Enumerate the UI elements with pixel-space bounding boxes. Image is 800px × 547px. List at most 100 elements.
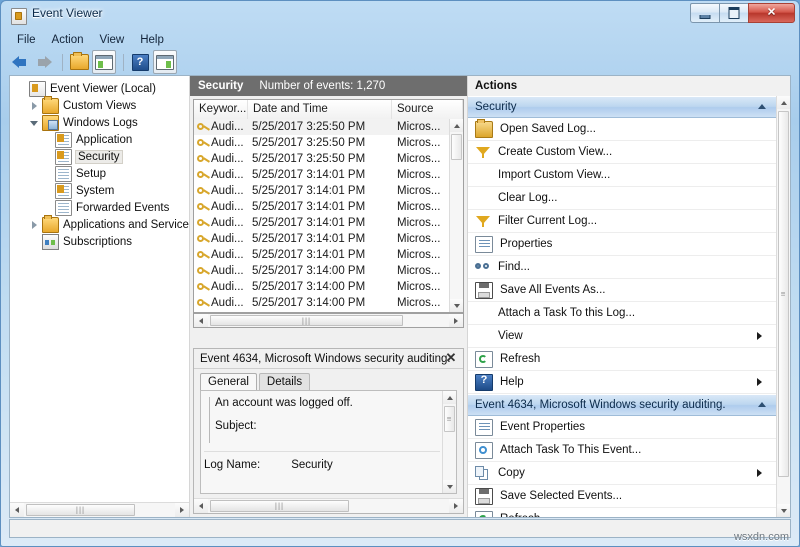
tree-item-forwarded-events[interactable]: Forwarded Events xyxy=(10,199,189,216)
detail-vertical-scrollbar[interactable]: ≡ xyxy=(442,391,456,493)
chevron-right-icon[interactable] xyxy=(29,100,40,111)
action-refresh[interactable]: Refresh xyxy=(468,348,776,371)
back-button[interactable] xyxy=(9,51,31,73)
tree-item-windows-logs[interactable]: Windows Logs xyxy=(10,114,189,131)
cell-datetime: 5/25/2017 3:14:01 PM xyxy=(252,169,366,181)
submenu-arrow-icon xyxy=(757,469,762,477)
action-open-saved-log[interactable]: Open Saved Log... xyxy=(468,118,776,141)
scroll-down-arrow[interactable] xyxy=(450,299,463,312)
table-row[interactable]: Audi... 5/25/2017 3:14:01 PM Micros... xyxy=(194,199,449,215)
chevron-up-icon[interactable] xyxy=(758,104,766,109)
tree-item-event-viewer-local[interactable]: Event Viewer (Local) xyxy=(10,80,189,97)
action-find[interactable]: Find... xyxy=(468,256,776,279)
event-list-vertical-scrollbar[interactable] xyxy=(449,119,463,312)
menu-file[interactable]: File xyxy=(9,32,44,48)
table-row[interactable]: Audi... 5/25/2017 3:25:50 PM Micros... xyxy=(194,135,449,151)
close-icon[interactable]: ✕ xyxy=(444,351,458,365)
event-list-horizontal-scrollbar[interactable]: ||| xyxy=(193,313,464,328)
tab-general[interactable]: General xyxy=(200,373,257,391)
action-event-properties[interactable]: Event Properties xyxy=(468,416,776,439)
scroll-thumb[interactable]: ||| xyxy=(26,504,135,516)
chevron-down-icon[interactable] xyxy=(29,117,40,128)
column-header-source[interactable]: Source xyxy=(392,100,463,119)
chevron-right-icon[interactable] xyxy=(29,219,40,230)
tree-item-subscriptions[interactable]: Subscriptions xyxy=(10,233,189,250)
action-clear-log[interactable]: Clear Log... xyxy=(468,187,776,210)
status-bar xyxy=(9,519,791,538)
action-properties[interactable]: Properties xyxy=(468,233,776,256)
show-action-pane-button[interactable] xyxy=(153,50,177,74)
actions-group-header[interactable]: Security xyxy=(468,96,776,118)
tree-item-security[interactable]: Security xyxy=(10,148,189,165)
table-row[interactable]: Audi... 5/25/2017 3:14:01 PM Micros... xyxy=(194,231,449,247)
scroll-down-arrow[interactable] xyxy=(443,480,456,493)
menu-view[interactable]: View xyxy=(92,32,133,48)
action-filter-current-log[interactable]: Filter Current Log... xyxy=(468,210,776,233)
tab-details[interactable]: Details xyxy=(258,373,311,390)
tree-item-applications-and-services-lo[interactable]: Applications and Services Lo xyxy=(10,214,189,233)
tree-item-setup[interactable]: Setup xyxy=(10,165,189,182)
show-console-tree-button[interactable] xyxy=(92,50,116,74)
maximize-button[interactable] xyxy=(719,3,748,23)
table-row[interactable]: Audi... 5/25/2017 3:14:01 PM Micros... xyxy=(194,215,449,231)
column-header-keywords[interactable]: Keywor... xyxy=(194,100,248,119)
action-view[interactable]: View xyxy=(468,325,776,348)
scroll-thumb[interactable]: ||| xyxy=(210,500,349,512)
event-detail-pane: Event 4634, Microsoft Windows security a… xyxy=(193,348,464,514)
event-viewer-window: Event Viewer ✕ File Action View Help ? E… xyxy=(0,0,800,547)
scroll-right-arrow[interactable] xyxy=(175,503,189,517)
chevron-up-icon[interactable] xyxy=(758,402,766,407)
close-button[interactable]: ✕ xyxy=(748,3,795,23)
detail-horizontal-scrollbar[interactable]: ||| xyxy=(194,498,463,513)
table-row[interactable]: Audi... 5/25/2017 3:14:01 PM Micros... xyxy=(194,167,449,183)
tree-item-custom-views[interactable]: Custom Views xyxy=(10,95,189,114)
scroll-up-arrow[interactable] xyxy=(777,96,790,109)
scroll-up-arrow[interactable] xyxy=(450,119,463,132)
scroll-thumb[interactable] xyxy=(451,134,462,160)
actions-vertical-scrollbar[interactable]: ≡ xyxy=(776,96,790,517)
tree-item-application[interactable]: Application xyxy=(10,131,189,148)
scroll-down-arrow[interactable] xyxy=(777,504,790,517)
tree-item-system[interactable]: System xyxy=(10,182,189,199)
action-label: Filter Current Log... xyxy=(498,215,598,227)
table-row[interactable]: Audi... 5/25/2017 3:25:50 PM Micros... xyxy=(194,119,449,135)
scroll-right-arrow[interactable] xyxy=(449,499,463,513)
minimize-button[interactable] xyxy=(690,3,719,23)
scroll-thumb[interactable]: ||| xyxy=(210,315,403,326)
menu-help[interactable]: Help xyxy=(132,32,172,48)
action-save-selected-events[interactable]: Save Selected Events... xyxy=(468,485,776,508)
help-button[interactable]: ? xyxy=(129,51,151,73)
scroll-left-arrow[interactable] xyxy=(194,314,208,327)
scroll-left-arrow[interactable] xyxy=(10,503,24,517)
scroll-right-arrow[interactable] xyxy=(449,314,463,327)
table-row[interactable]: Audi... 5/25/2017 3:25:50 PM Micros... xyxy=(194,151,449,167)
column-header-datetime[interactable]: Date and Time xyxy=(248,100,392,119)
event-detail-body[interactable]: An account was logged off. Subject: Log … xyxy=(200,390,457,494)
action-import-custom-view[interactable]: Import Custom View... xyxy=(468,164,776,187)
scroll-thumb[interactable]: ≡ xyxy=(444,406,455,432)
action-create-custom-view[interactable]: Create Custom View... xyxy=(468,141,776,164)
tree-horizontal-scrollbar[interactable]: ||| xyxy=(10,502,189,517)
tree-expander-placeholder xyxy=(29,236,40,247)
action-refresh[interactable]: Refresh xyxy=(468,508,776,517)
action-label: Properties xyxy=(500,238,553,250)
table-row[interactable]: Audi... 5/25/2017 3:14:00 PM Micros... xyxy=(194,295,449,311)
action-copy[interactable]: Copy xyxy=(468,462,776,485)
table-row[interactable]: Audi... 5/25/2017 3:14:01 PM Micros... xyxy=(194,247,449,263)
up-level-button[interactable] xyxy=(68,51,90,73)
scroll-up-arrow[interactable] xyxy=(443,391,456,404)
scroll-thumb[interactable]: ≡ xyxy=(778,111,789,477)
action-attach-task-to-this-event[interactable]: Attach Task To This Event... xyxy=(468,439,776,462)
table-row[interactable]: Audi... 5/25/2017 3:14:00 PM Micros... xyxy=(194,279,449,295)
menu-action[interactable]: Action xyxy=(44,32,92,48)
table-row[interactable]: Audi... 5/25/2017 3:14:01 PM Micros... xyxy=(194,183,449,199)
action-attach-a-task-to-this-log[interactable]: Attach a Task To this Log... xyxy=(468,302,776,325)
table-row[interactable]: Audi... 5/25/2017 3:14:00 PM Micros... xyxy=(194,263,449,279)
action-help[interactable]: Help xyxy=(468,371,776,394)
forward-button[interactable] xyxy=(33,51,55,73)
action-save-all-events-as[interactable]: Save All Events As... xyxy=(468,279,776,302)
actions-group-header[interactable]: Event 4634, Microsoft Windows security a… xyxy=(468,394,776,416)
event-list[interactable]: Keywor... Date and Time Source Audi... 5/… xyxy=(193,99,464,313)
scroll-left-arrow[interactable] xyxy=(194,499,208,513)
actions-title: Actions xyxy=(475,80,518,92)
